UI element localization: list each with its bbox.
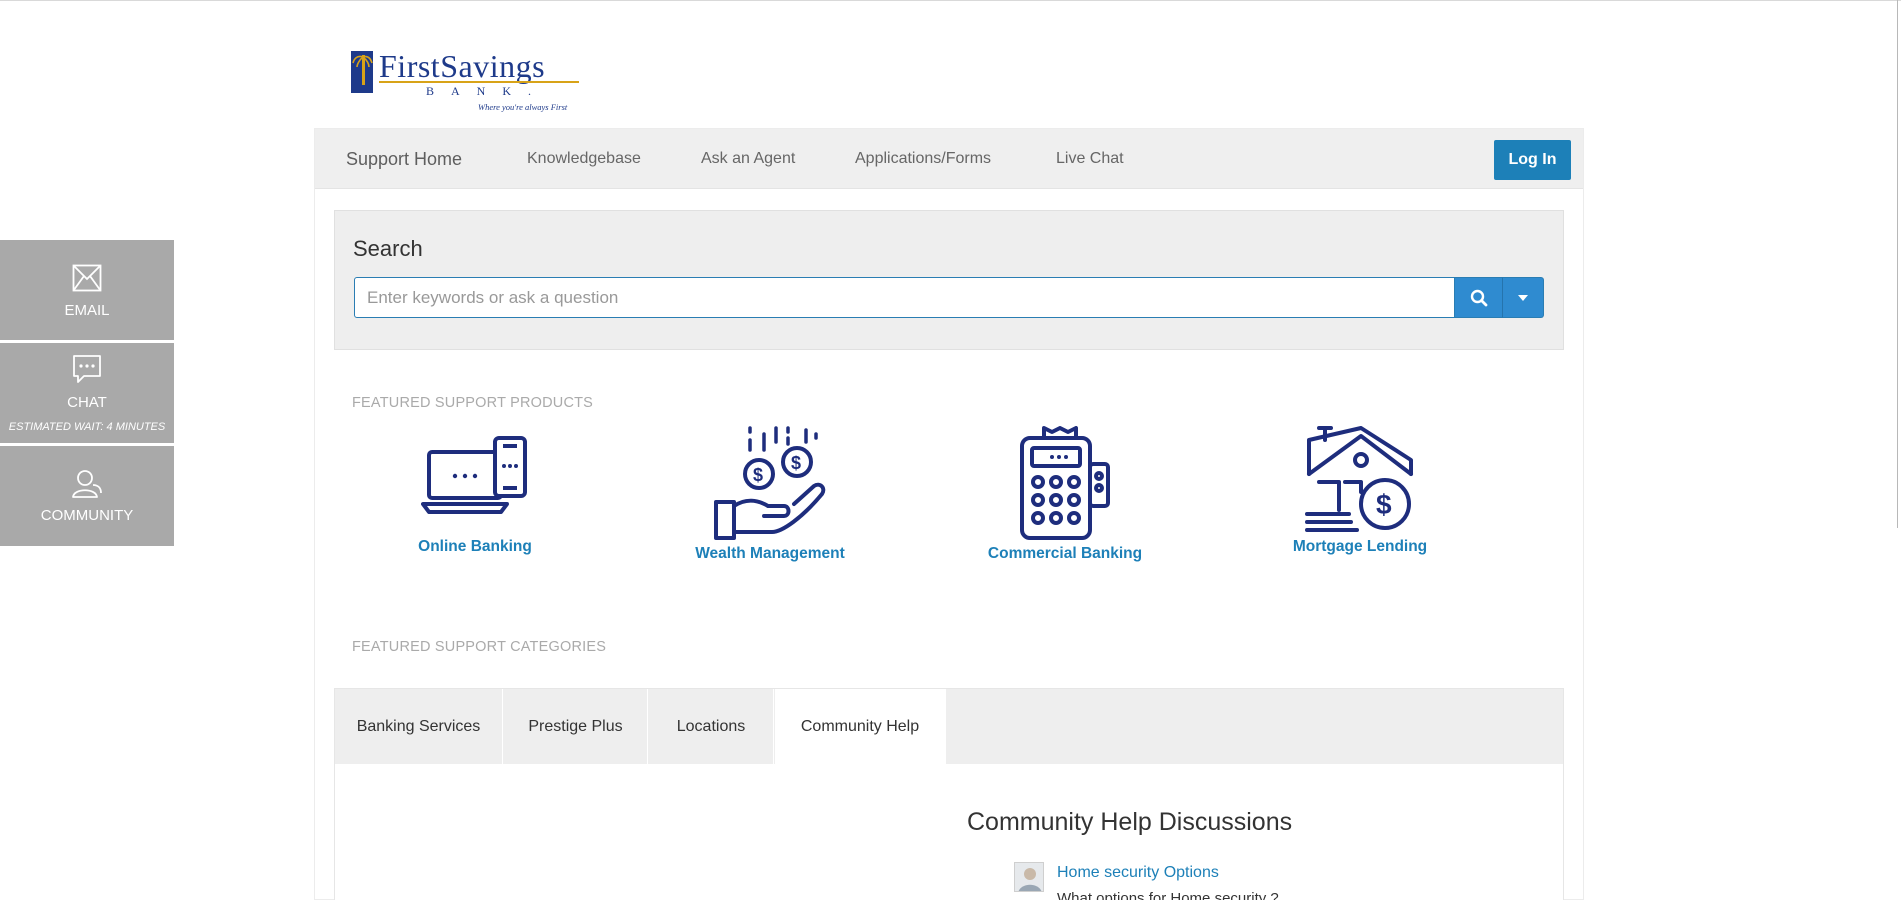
brand-name: FirstSavings [379, 48, 546, 84]
tab-content [335, 764, 1563, 900]
top-nav: Support Home Knowledgebase Ask an Agent … [315, 129, 1583, 189]
chat-wait-time: ESTIMATED WAIT: 4 MINUTES [8, 421, 166, 433]
search-button[interactable] [1454, 277, 1503, 318]
chat-label: CHAT [67, 394, 107, 411]
calculator-icon [1020, 426, 1110, 540]
community-discussions-title: Community Help Discussions [967, 808, 1293, 836]
login-button[interactable]: Log In [1494, 140, 1571, 180]
search-input[interactable] [354, 277, 1455, 318]
svg-text:$: $ [1376, 489, 1392, 520]
nav-knowledgebase[interactable]: Knowledgebase [527, 129, 641, 189]
product-label: Mortgage Lending [1292, 538, 1428, 555]
nav-ask-an-agent[interactable]: Ask an Agent [701, 129, 795, 189]
product-label: Wealth Management [695, 545, 845, 562]
page-scrollbar-edge [1897, 0, 1898, 528]
community-label: COMMUNITY [40, 507, 134, 524]
product-wealth-management[interactable]: $ $ Wealth Management [670, 426, 870, 566]
email-widget-button[interactable]: EMAIL [0, 240, 174, 340]
hand-coins-icon: $ $ [714, 426, 826, 540]
house-dollar-icon: $ [1305, 426, 1413, 532]
nav-live-chat[interactable]: Live Chat [1056, 129, 1124, 189]
community-user-icon [72, 470, 102, 498]
product-mortgage-lending[interactable]: $ Mortgage Lending [1260, 426, 1460, 566]
svg-text:$: $ [791, 453, 801, 473]
user-photo-icon [1015, 863, 1043, 891]
discussion-link[interactable]: Home security Options [1057, 864, 1219, 882]
nav-applications-forms[interactable]: Applications/Forms [855, 129, 991, 189]
laptop-phone-icon [421, 436, 527, 514]
product-label: Online Banking [418, 538, 532, 555]
brand-underline [379, 81, 579, 83]
nav-support-home[interactable]: Support Home [346, 129, 462, 189]
discussion-snippet: What options for Home security ? [1057, 890, 1279, 900]
tab-community-help[interactable]: Community Help [775, 689, 946, 764]
tab-prestige-plus[interactable]: Prestige Plus [504, 689, 648, 764]
top-border [0, 0, 1901, 1]
search-icon [1470, 289, 1487, 306]
chat-bubble-icon [73, 355, 101, 383]
featured-categories-heading: FEATURED SUPPORT CATEGORIES [352, 639, 607, 655]
search-title: Search [353, 236, 423, 261]
featured-products-heading: FEATURED SUPPORT PRODUCTS [352, 395, 594, 411]
community-widget-button[interactable]: COMMUNITY [0, 446, 174, 546]
email-label: EMAIL [64, 302, 110, 319]
brand-bank: BANK. [426, 84, 549, 98]
product-commercial-banking[interactable]: Commercial Banking [965, 426, 1165, 566]
search-options-dropdown[interactable] [1502, 277, 1544, 318]
chat-widget-button[interactable]: CHAT ESTIMATED WAIT: 4 MINUTES [0, 343, 174, 443]
tab-locations[interactable]: Locations [649, 689, 774, 764]
product-online-banking[interactable]: Online Banking [375, 426, 575, 566]
brand-tagline: Where you're always First [478, 102, 568, 112]
svg-text:$: $ [753, 465, 763, 485]
tab-banking-services[interactable]: Banking Services [335, 689, 503, 764]
product-label: Commercial Banking [987, 545, 1143, 562]
palm-emblem-icon [351, 51, 373, 93]
envelope-icon [72, 264, 102, 292]
avatar [1014, 862, 1044, 892]
caret-down-icon [1518, 294, 1528, 301]
brand-logo[interactable]: FirstSavings BANK. Where you're always F… [351, 48, 581, 116]
